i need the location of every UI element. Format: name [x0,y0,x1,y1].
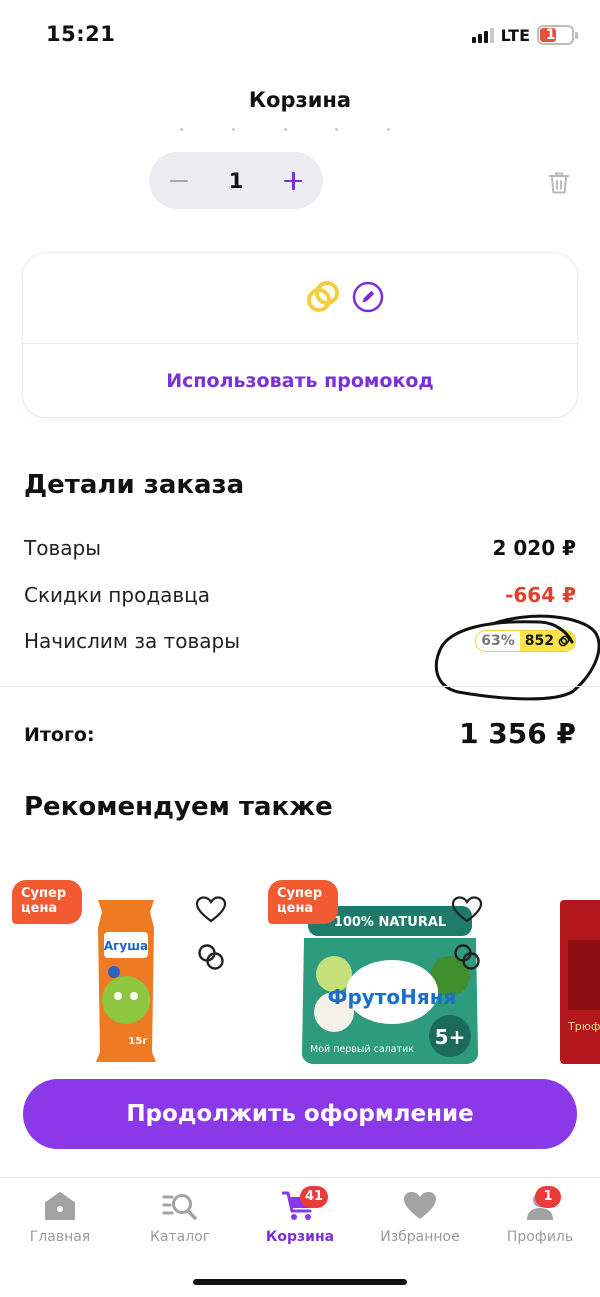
page-title: Корзина [248,88,352,112]
product-image-frutonyanya: 100% NATURAL ФрутоНяня 5+ Мой первый сал… [302,906,478,1064]
product-subtitle: Мой первый салатик [310,1044,414,1055]
battery-icon: 11 [537,25,578,45]
product-card[interactable]: Трюф [528,862,600,1067]
bonus-badge: 63% 852 [475,630,576,652]
catalog-search-icon [162,1194,197,1220]
status-bar: 15:21 LTE 11 [0,0,600,70]
nav-label-catalog: Каталог [149,1229,211,1245]
items-row: Товары 2 020 ₽ [24,536,576,560]
details-divider [0,686,600,687]
seller-discount-label: Скидки продавца [24,583,211,607]
signal-icon [471,27,494,43]
bonus-coins-icon [307,281,339,312]
quantity-value: 1 [228,168,244,193]
quantity-stepper: 1 [149,152,323,209]
network-label: LTE [500,25,530,45]
order-details-title: Детали заказа [24,470,245,500]
total-label: Итого: [24,724,95,746]
frutonyanya-logo: ФрутоНяня [328,985,457,1009]
nav-item-cart[interactable]: 41 Корзина [240,1186,360,1245]
seller-discount-value: -664 ₽ [505,583,576,607]
super-price-badge: Супер цена [268,880,338,924]
nav-item-profile[interactable]: 1 Профиль [480,1186,600,1245]
nav-item-home[interactable]: Главная [0,1188,120,1245]
age-label: 5+ [435,1025,466,1049]
bonus-coin-icon [558,635,570,647]
home-indicator [193,1279,407,1285]
truffle-label: Трюф [567,1020,600,1033]
compare-icon[interactable] [196,942,226,972]
nav-item-favorites[interactable]: Избранное [360,1188,480,1245]
compare-icon[interactable] [452,942,482,972]
agusha-weight: 15г [128,1036,147,1047]
battery-level: 11 [545,27,566,43]
trash-icon[interactable] [548,171,570,195]
increase-quantity-button[interactable] [283,171,303,191]
edit-icon[interactable] [352,281,384,313]
promo-divider [23,343,577,344]
super-price-badge: Супер цена [12,880,82,924]
product-card[interactable]: Супер цена 100% NATURAL ФрутоНяня 5+ Мой… [256,862,496,1067]
status-time: 15:21 [46,22,116,46]
home-icon [45,1192,75,1220]
recommendations-title: Рекомендуем также [24,792,333,822]
seller-discount-row: Скидки продавца -664 ₽ [24,583,576,607]
decrease-quantity-button[interactable] [169,171,189,191]
scroll-dots [180,128,390,131]
profile-notification-badge: 1 [535,1186,561,1208]
bonus-row: Начислим за товары 63% 852 [24,629,576,653]
hand-drawn-circle [434,614,600,701]
nav-label-favorites: Избранное [380,1229,460,1245]
natural-label: 100% NATURAL [334,915,446,930]
use-promocode-link[interactable]: Использовать промокод [23,370,577,392]
promo-card: Использовать промокод [22,252,578,418]
continue-checkout-button[interactable]: Продолжить оформление [23,1079,577,1149]
agusha-logo-text: Агуша [104,939,148,953]
product-image-agusha: Агуша 15г [96,900,156,1062]
bonus-amount: 852 [524,633,554,649]
status-right: LTE 11 [471,25,578,45]
recommendations-carousel: Супер цена Агуша 15г Супер цена 100% NAT… [0,862,600,1067]
nav-label-profile: Профиль [506,1229,574,1245]
bonus-percent: 63% [476,631,520,651]
bonus-amount-box: 852 [519,631,575,651]
heart-icon [404,1192,436,1219]
product-card[interactable]: Супер цена Агуша 15г [0,862,240,1067]
product-image-truffle: Трюф [560,900,600,1064]
total-value: 1 356 ₽ [459,717,576,750]
nav-item-catalog[interactable]: Каталог [120,1188,240,1245]
nav-label-home: Главная [29,1229,91,1245]
cart-count-badge: 41 [300,1186,329,1208]
bonus-label: Начислим за товары [24,629,240,653]
favorite-heart-icon[interactable] [452,896,482,924]
items-label: Товары [24,536,101,560]
items-value: 2 020 ₽ [492,536,576,560]
promo-icons [306,280,384,314]
favorite-heart-icon[interactable] [196,896,226,924]
nav-label-cart: Корзина [265,1229,335,1245]
